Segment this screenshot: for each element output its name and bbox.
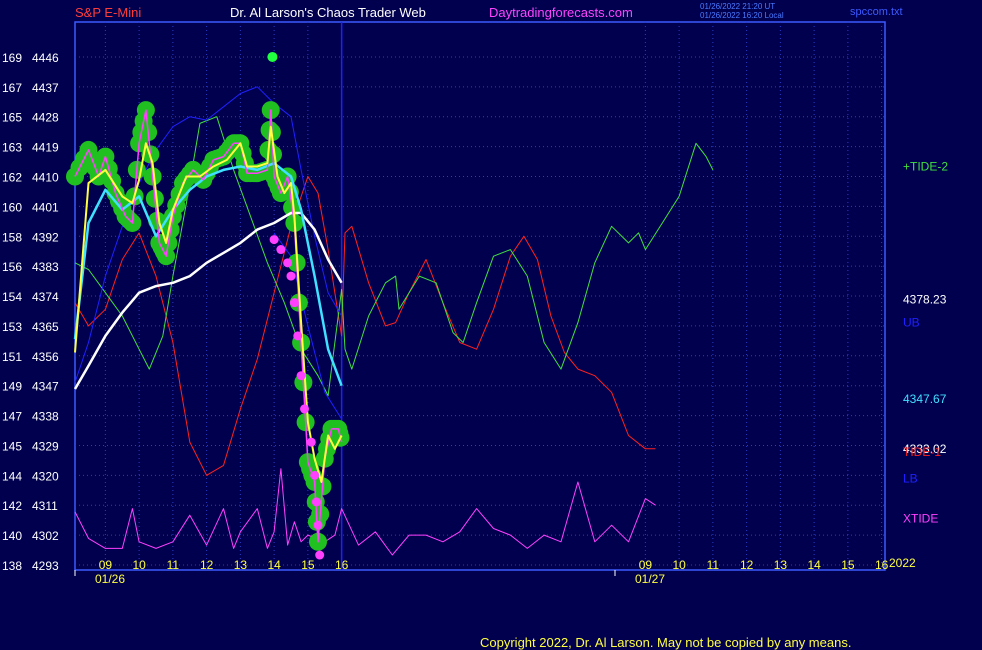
y-tick-right: 4347 xyxy=(32,380,59,394)
y-tick-right: 4410 xyxy=(32,171,59,185)
y-tick-right: 4320 xyxy=(32,469,59,483)
y-tick-left: 138 xyxy=(2,559,22,573)
x-tick-label: 09 xyxy=(99,558,113,572)
chaos-trader-chart: 169 4446 167 4437 165 4428 163 4419 162 4410 160 44… xyxy=(2,21,948,586)
y-tick-right: 4428 xyxy=(32,111,59,125)
site-link[interactable]: Daytradingforecasts.com xyxy=(489,6,633,20)
y-tick-right: 4302 xyxy=(32,529,59,543)
y-tick-left: 147 xyxy=(2,410,22,424)
sell-marker xyxy=(289,298,299,308)
y-tick-left: 160 xyxy=(2,200,22,214)
x-tick-label: 10 xyxy=(672,558,686,572)
sell-marker xyxy=(293,331,303,341)
sell-marker xyxy=(306,437,316,447)
x-tick-label: 16 xyxy=(875,558,889,572)
y-tick-right: 4419 xyxy=(32,141,59,155)
y-tick-right: 4437 xyxy=(32,81,59,95)
right-label: 4378.23 xyxy=(903,292,947,306)
x-tick-label: 13 xyxy=(774,558,788,572)
sell-marker xyxy=(276,245,286,255)
sell-marker xyxy=(286,271,296,281)
y-tick-left: 158 xyxy=(2,230,22,244)
right-label: UB xyxy=(903,316,920,330)
x-tick-label: 14 xyxy=(807,558,821,572)
year-label: 2022 xyxy=(889,556,916,570)
x-tick-label: 11 xyxy=(167,558,180,572)
y-tick-left: 162 xyxy=(2,171,22,185)
x-tick-label: 09 xyxy=(639,558,653,572)
y-tick-right: 4329 xyxy=(32,439,59,453)
right-label: TIDE-1 xyxy=(903,445,941,459)
y-tick-right: 4338 xyxy=(32,410,59,424)
y-tick-left: 165 xyxy=(2,111,22,125)
x-tick-label: 11 xyxy=(707,558,720,572)
y-tick-left: 156 xyxy=(2,260,22,274)
right-label: LB xyxy=(903,472,918,486)
y-tick-left: 167 xyxy=(2,81,22,95)
sell-marker xyxy=(283,258,293,268)
y-tick-left: 169 xyxy=(2,51,22,65)
chart-title: Dr. Al Larson's Chaos Trader Web xyxy=(230,5,426,20)
timestamp-ut: 01/26/2022 21:20 UT xyxy=(700,2,776,11)
y-tick-right: 4365 xyxy=(32,320,59,334)
series-xtide xyxy=(74,468,656,556)
y-tick-left: 153 xyxy=(2,320,22,334)
copyright-notice: Copyright 2022, Dr. Al Larson. May not b… xyxy=(480,635,852,650)
x-tick-label: 13 xyxy=(234,558,248,572)
sell-marker xyxy=(313,520,323,530)
y-tick-right: 4401 xyxy=(32,200,59,214)
y-tick-right: 4311 xyxy=(32,499,58,513)
x-tick-label: 14 xyxy=(267,558,281,572)
y-tick-right: 4392 xyxy=(32,230,59,244)
date-label: 01/27 xyxy=(635,572,665,586)
sell-marker xyxy=(269,235,279,245)
y-tick-left: 145 xyxy=(2,439,22,453)
sell-marker xyxy=(315,550,325,560)
x-tick-label: 12 xyxy=(740,558,754,572)
y-tick-left: 144 xyxy=(2,469,22,483)
y-tick-left: 140 xyxy=(2,529,22,543)
sell-marker xyxy=(300,404,309,414)
y-tick-right: 4293 xyxy=(32,559,59,573)
symbol-label: S&P E-Mini xyxy=(75,5,142,20)
date-label: 01/26 xyxy=(95,572,125,586)
right-label: XTIDE xyxy=(903,512,938,526)
sell-marker xyxy=(310,470,320,480)
sell-marker xyxy=(296,371,306,381)
x-tick-label: 12 xyxy=(200,558,214,572)
right-label: 4347.67 xyxy=(903,392,947,406)
sell-marker xyxy=(311,497,321,507)
timestamp-local: 01/26/2022 16:20 Local xyxy=(700,11,784,20)
y-tick-left: 142 xyxy=(2,499,22,513)
y-tick-left: 151 xyxy=(2,350,22,364)
y-tick-right: 4374 xyxy=(32,290,59,304)
y-tick-left: 149 xyxy=(2,380,22,394)
high-marker xyxy=(267,51,278,62)
x-tick-label: 15 xyxy=(301,558,315,572)
right-label: +TIDE-2 xyxy=(903,160,948,174)
y-tick-left: 154 xyxy=(2,290,22,304)
y-tick-right: 4356 xyxy=(32,350,59,364)
y-tick-left: 163 xyxy=(2,141,22,155)
x-tick-label: 15 xyxy=(841,558,855,572)
data-filename: spccom.txt xyxy=(850,6,903,18)
x-tick-label: 10 xyxy=(132,558,146,572)
y-tick-right: 4383 xyxy=(32,260,59,274)
y-tick-right: 4446 xyxy=(32,51,59,65)
